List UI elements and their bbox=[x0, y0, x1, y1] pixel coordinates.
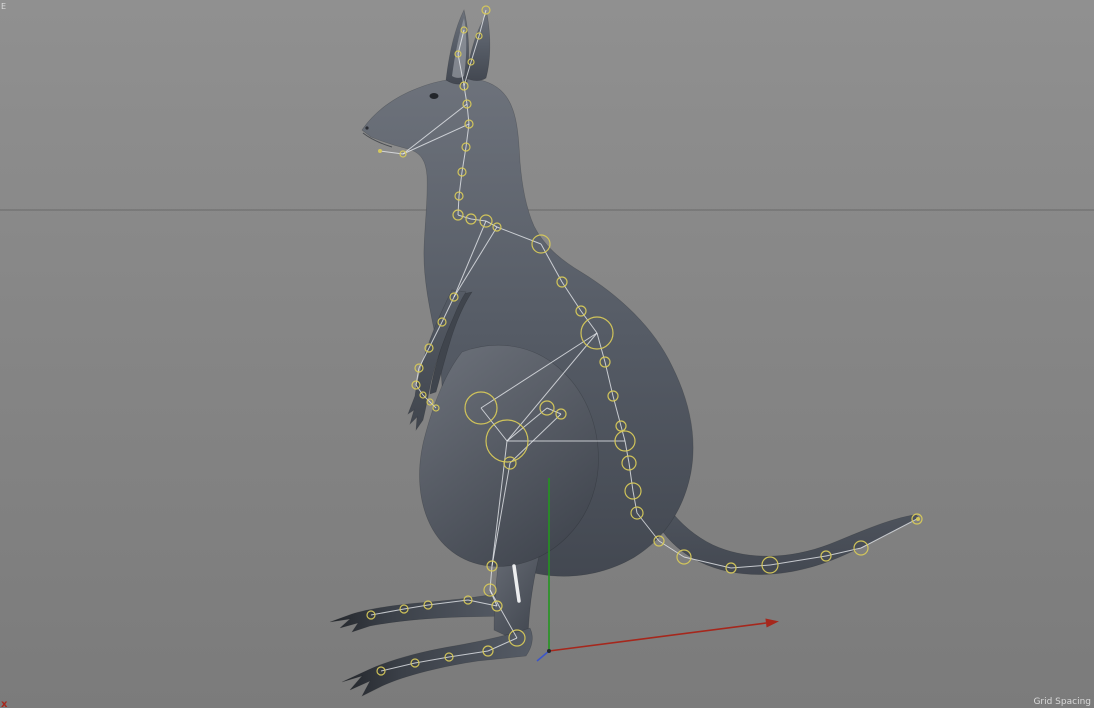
joint[interactable] bbox=[916, 517, 920, 521]
kangaroo-nostril bbox=[365, 126, 369, 130]
bone[interactable] bbox=[489, 565, 493, 591]
z-axis-handle[interactable] bbox=[536, 650, 550, 662]
gizmo-origin[interactable] bbox=[547, 649, 551, 653]
world-axis-label: x bbox=[1, 699, 8, 708]
kangaroo-ear-back[interactable] bbox=[465, 13, 491, 81]
kangaroo-back-foot[interactable] bbox=[329, 589, 514, 633]
corner-marker: E bbox=[1, 2, 7, 11]
3d-viewport[interactable]: E x Grid Spacing bbox=[0, 0, 1094, 708]
x-axis-handle[interactable] bbox=[548, 622, 767, 652]
kangaroo-eye bbox=[429, 93, 439, 99]
grid-spacing-label: Grid Spacing bbox=[1033, 697, 1091, 707]
x-axis-arrowhead[interactable] bbox=[765, 618, 779, 628]
kangaroo-front-foot[interactable] bbox=[341, 627, 533, 697]
joint[interactable] bbox=[378, 149, 382, 153]
scene-canvas[interactable] bbox=[0, 0, 1094, 708]
kangaroo-model[interactable] bbox=[329, 9, 918, 697]
